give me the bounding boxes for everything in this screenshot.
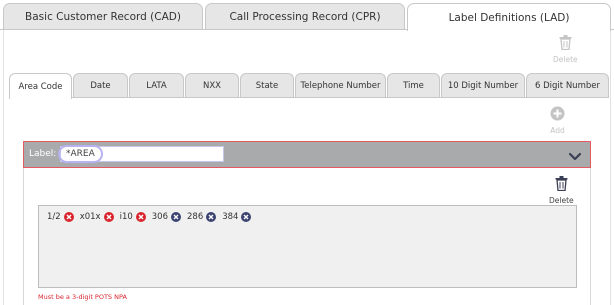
tab-label: LATA <box>146 81 167 91</box>
tab-basic-customer-record[interactable]: Basic Customer Record (CAD) <box>3 3 203 30</box>
tab-telephone-number[interactable]: Telephone Number <box>295 73 386 98</box>
tab-date[interactable]: Date <box>73 73 128 98</box>
tab-label: Time <box>403 81 424 91</box>
delete-label: Delete <box>549 196 574 205</box>
delete-values-button[interactable]: Delete <box>549 176 574 205</box>
label-name-input[interactable] <box>60 146 224 162</box>
tab-label: Telephone Number <box>300 81 381 91</box>
tab-nxx[interactable]: NXX <box>185 73 239 98</box>
tab-label: NXX <box>202 81 221 91</box>
tab-lata[interactable]: LATA <box>129 73 184 98</box>
chip-text: 306 <box>151 212 168 222</box>
tab-state[interactable]: State <box>240 73 294 98</box>
tab-area-code[interactable]: Area Code <box>9 73 72 99</box>
remove-chip-icon[interactable] <box>241 212 252 222</box>
chip-text: i10 <box>119 212 133 222</box>
delete-label-button[interactable]: Delete <box>553 35 578 64</box>
tab-call-processing-record[interactable]: Call Processing Record (CPR) <box>205 3 405 30</box>
value-chip: x01x <box>80 212 114 222</box>
tab-6-digit-number[interactable]: 6 Digit Number <box>526 73 609 98</box>
label-header[interactable]: Label: <box>23 141 591 168</box>
tab-label: Basic Customer Record (CAD) <box>25 11 181 23</box>
add-label-button[interactable]: Add <box>550 106 565 135</box>
remove-chip-icon[interactable] <box>206 212 217 222</box>
tab-label: Date <box>90 81 111 91</box>
value-chip: 1/2 <box>47 212 74 222</box>
tab-label: 10 Digit Number <box>447 81 519 91</box>
value-chip-list: 1/2 x01x i10 306 286 384 <box>47 212 257 222</box>
top-tab-bar: Basic Customer Record (CAD) Call Process… <box>0 0 614 31</box>
tab-label: State <box>255 81 279 91</box>
tab-label-definitions[interactable]: Label Definitions (LAD) <box>407 3 611 31</box>
value-chip: 286 <box>187 212 217 222</box>
label-caption: Label: <box>29 149 57 159</box>
chip-text: x01x <box>79 212 101 222</box>
remove-chip-icon[interactable] <box>135 212 146 222</box>
remove-chip-icon[interactable] <box>63 212 74 222</box>
sub-tab-divider <box>9 97 609 98</box>
tab-10-digit-number[interactable]: 10 Digit Number <box>441 73 525 98</box>
chip-text: 384 <box>222 212 239 222</box>
values-input-area[interactable]: 1/2 x01x i10 306 286 384 <box>38 205 577 288</box>
tab-time[interactable]: Time <box>387 73 440 98</box>
sub-tab-bar: Area Code Date LATA NXX State Telephone … <box>9 73 609 99</box>
tab-label: Call Processing Record (CPR) <box>229 11 381 23</box>
tab-label: Label Definitions (LAD) <box>448 11 570 24</box>
chip-text: 1/2 <box>47 212 61 222</box>
plus-circle-icon <box>550 106 565 125</box>
value-chip: i10 <box>120 212 146 222</box>
chip-text: 286 <box>187 212 204 222</box>
validation-error-message: Must be a 3-digit POTS NPA <box>38 293 127 301</box>
tab-label: Area Code <box>18 81 63 92</box>
tab-label: 6 Digit Number <box>535 81 600 91</box>
remove-chip-icon[interactable] <box>171 212 181 222</box>
delete-label: Delete <box>553 55 578 64</box>
remove-chip-icon[interactable] <box>103 212 114 222</box>
add-label: Add <box>550 126 565 135</box>
value-chip: 306 <box>152 212 181 222</box>
trash-icon <box>555 176 568 195</box>
trash-icon <box>559 35 572 54</box>
chevron-down-icon[interactable] <box>568 148 582 161</box>
value-chip: 384 <box>222 212 252 222</box>
